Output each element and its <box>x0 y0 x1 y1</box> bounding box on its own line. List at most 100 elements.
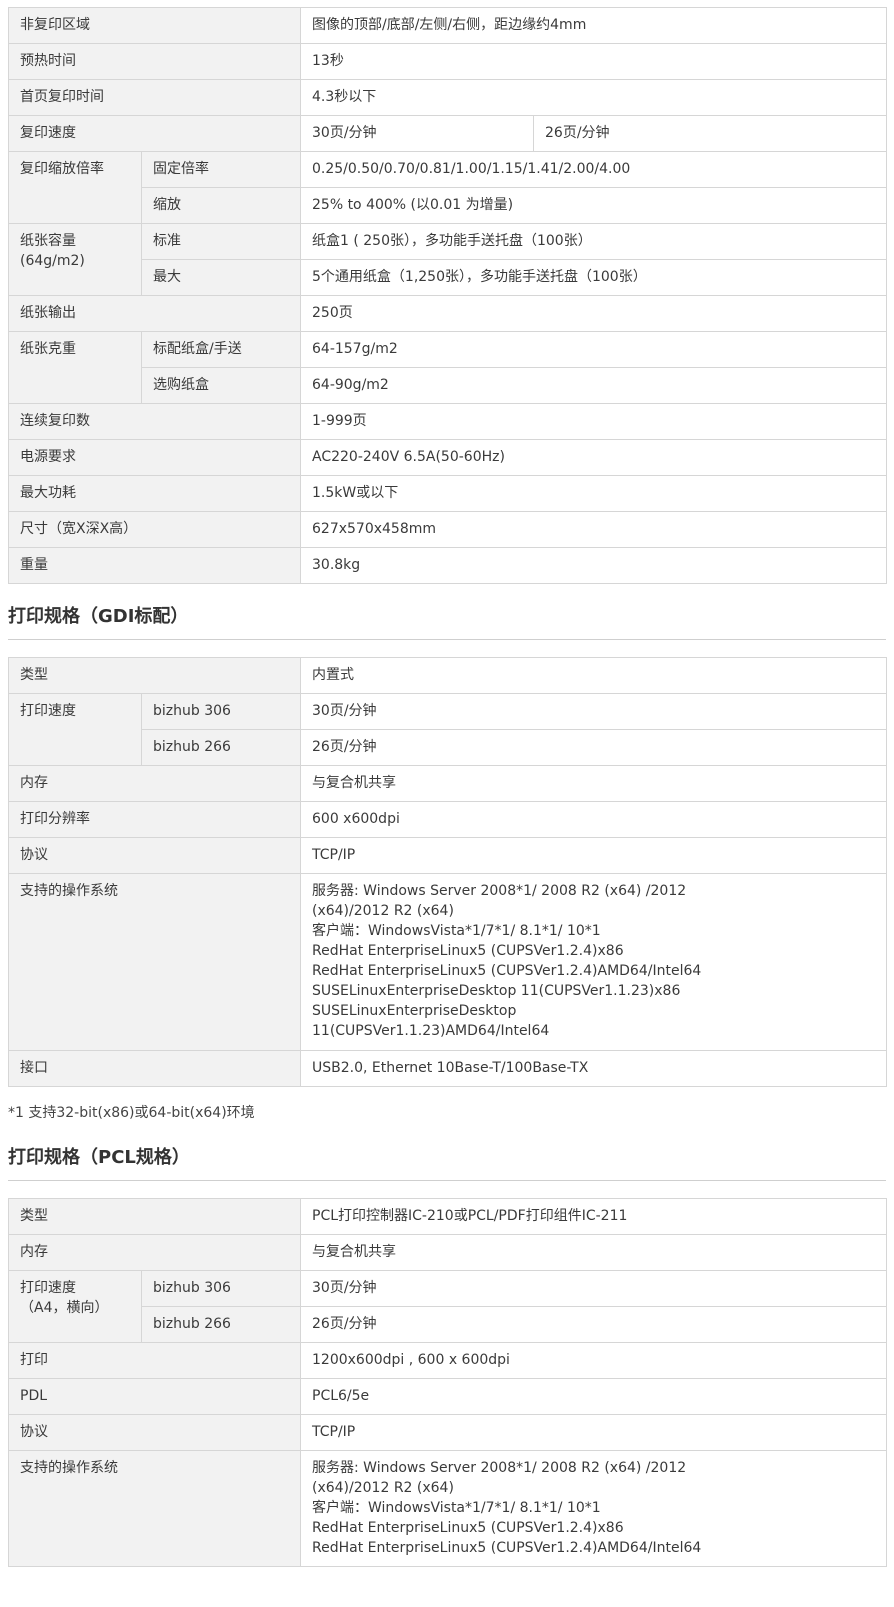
table-row: 打印 1200x600dpi , 600 x 600dpi <box>8 1342 887 1379</box>
row-label-line: 打印速度 <box>20 1280 76 1296</box>
row-sublabel: bizhub 266 <box>141 729 301 766</box>
row-label: 纸张输出 <box>8 295 301 332</box>
os-line: 11(CUPSVer1.1.23)AMD64/Intel64 <box>312 1023 550 1039</box>
os-line: 客户端：WindowsVista*1/7*1/ 8.1*1/ 10*1 <box>312 923 601 939</box>
os-line: SUSELinuxEnterpriseDesktop 11(CUPSVer1.1… <box>312 983 681 999</box>
row-label: 首页复印时间 <box>8 79 301 116</box>
pcl-spec-table: 类型 PCL打印控制器IC-210或PCL/PDF打印组件IC-211 内存 与… <box>8 1198 887 1567</box>
row-value: 25% to 400% (以0.01 为增量) <box>300 187 887 224</box>
row-value: 30页/分钟 <box>300 693 887 730</box>
row-value: 627x570x458mm <box>300 511 887 548</box>
row-label: 类型 <box>8 657 301 694</box>
copy-spec-table: 非复印区域 图像的顶部/底部/左侧/右侧，距边缘约4mm 预热时间 13秒 首页… <box>8 7 887 584</box>
gdi-spec-table: 类型 内置式 打印速度 bizhub 306 30页/分钟 bizhub 266… <box>8 657 887 1087</box>
row-label-line: （A4，横向） <box>20 1300 109 1316</box>
row-value: 5个通用纸盒（1,250张），多功能手送托盘（100张） <box>300 259 887 296</box>
row-label: 打印 <box>8 1342 301 1379</box>
row-label: 打印分辨率 <box>8 801 301 838</box>
row-label: 打印速度 （A4，横向） <box>8 1270 142 1343</box>
row-label: 复印缩放倍率 <box>8 151 142 224</box>
row-label: 打印速度 <box>8 693 142 766</box>
row-label: 预热时间 <box>8 43 301 80</box>
row-label: 协议 <box>8 1414 301 1451</box>
row-value: 600 x600dpi <box>300 801 887 838</box>
table-row: 类型 PCL打印控制器IC-210或PCL/PDF打印组件IC-211 <box>8 1198 887 1235</box>
table-row: 尺寸（宽X深X高） 627x570x458mm <box>8 511 887 548</box>
row-value: 250页 <box>300 295 887 332</box>
section-heading-gdi: 打印规格（GDI标配） <box>8 604 886 640</box>
row-value: 13秒 <box>300 43 887 80</box>
row-label: 内存 <box>8 765 301 802</box>
table-row: 复印缩放倍率 固定倍率 0.25/0.50/0.70/0.81/1.00/1.1… <box>8 151 887 224</box>
row-label: 纸张克重 <box>8 331 142 404</box>
row-sublabel: 标配纸盒/手送 <box>141 331 301 368</box>
table-row: 接口 USB2.0, Ethernet 10Base-T/100Base-TX <box>8 1050 887 1087</box>
os-line: (x64)/2012 R2 (x64) <box>312 1480 454 1496</box>
row-label: 支持的操作系统 <box>8 1450 301 1567</box>
table-row: 重量 30.8kg <box>8 547 887 584</box>
row-value: 1200x600dpi , 600 x 600dpi <box>300 1342 887 1379</box>
row-label-line: 纸张容量 <box>20 233 76 249</box>
row-value: 64-90g/m2 <box>300 367 887 404</box>
table-row: 协议 TCP/IP <box>8 837 887 874</box>
row-label-line: (64g/m2) <box>20 253 85 269</box>
row-label: PDL <box>8 1378 301 1415</box>
table-row: 协议 TCP/IP <box>8 1414 887 1451</box>
row-value: 1.5kW或以下 <box>300 475 887 512</box>
row-value: 1-999页 <box>300 403 887 440</box>
spec-page: 非复印区域 图像的顶部/底部/左侧/右侧，距边缘约4mm 预热时间 13秒 首页… <box>0 7 894 1567</box>
table-row: 连续复印数 1-999页 <box>8 403 887 440</box>
table-row: 内存 与复合机共享 <box>8 1234 887 1271</box>
row-value: AC220-240V 6.5A(50-60Hz) <box>300 439 887 476</box>
row-label: 类型 <box>8 1198 301 1235</box>
row-label: 最大功耗 <box>8 475 301 512</box>
row-value: 30.8kg <box>300 547 887 584</box>
row-value: 图像的顶部/底部/左侧/右侧，距边缘约4mm <box>300 7 887 44</box>
row-value: 纸盒1 ( 250张），多功能手送托盘（100张） <box>300 223 887 260</box>
row-sublabel: bizhub 306 <box>141 1270 301 1307</box>
os-list: 服务器: Windows Server 2008*1/ 2008 R2 (x64… <box>300 1450 887 1567</box>
os-line: RedHat EnterpriseLinux5 (CUPSVer1.2.4)AM… <box>312 1540 702 1556</box>
table-row: 支持的操作系统 服务器: Windows Server 2008*1/ 2008… <box>8 873 887 1051</box>
os-line: SUSELinuxEnterpriseDesktop <box>312 1003 517 1019</box>
table-row: 纸张克重 标配纸盒/手送 64-157g/m2 <box>8 331 887 404</box>
table-row: 纸张输出 250页 <box>8 295 887 332</box>
row-label: 电源要求 <box>8 439 301 476</box>
row-value-a: 30页/分钟 <box>300 115 534 152</box>
row-value: 30页/分钟 <box>300 1270 887 1307</box>
table-row: PDL PCL6/5e <box>8 1378 887 1415</box>
table-row: 打印速度 （A4，横向） bizhub 306 30页/分钟 <box>8 1270 887 1343</box>
row-label: 内存 <box>8 1234 301 1271</box>
row-sublabel: bizhub 306 <box>141 693 301 730</box>
os-line: RedHat EnterpriseLinux5 (CUPSVer1.2.4)x8… <box>312 943 624 959</box>
row-value: PCL打印控制器IC-210或PCL/PDF打印组件IC-211 <box>300 1198 887 1235</box>
os-line: 服务器: Windows Server 2008*1/ 2008 R2 (x64… <box>312 1460 687 1476</box>
row-value: 与复合机共享 <box>300 1234 887 1271</box>
row-label: 协议 <box>8 837 301 874</box>
row-sublabel: 最大 <box>141 259 301 296</box>
row-value: USB2.0, Ethernet 10Base-T/100Base-TX <box>300 1050 887 1087</box>
footnote: *1 支持32-bit(x86)或64-bit(x64)环境 <box>8 1105 255 1121</box>
table-row: 首页复印时间 4.3秒以下 <box>8 79 887 116</box>
os-line: RedHat EnterpriseLinux5 (CUPSVer1.2.4)AM… <box>312 963 702 979</box>
table-row: 打印速度 bizhub 306 30页/分钟 <box>8 693 887 766</box>
table-row: 复印速度 30页/分钟 26页/分钟 <box>8 115 887 152</box>
row-value-b: 26页/分钟 <box>533 115 887 152</box>
os-list: 服务器: Windows Server 2008*1/ 2008 R2 (x64… <box>300 873 887 1051</box>
row-label: 支持的操作系统 <box>8 873 301 1051</box>
table-row: 预热时间 13秒 <box>8 43 887 80</box>
row-sublabel: bizhub 266 <box>141 1306 301 1343</box>
row-sublabel: 固定倍率 <box>141 151 301 188</box>
row-label: 尺寸（宽X深X高） <box>8 511 301 548</box>
os-line: 服务器: Windows Server 2008*1/ 2008 R2 (x64… <box>312 883 687 899</box>
row-value: 64-157g/m2 <box>300 331 887 368</box>
section-heading-pcl: 打印规格（PCL规格） <box>8 1145 886 1181</box>
table-row: 纸张容量 (64g/m2) 标准 纸盒1 ( 250张），多功能手送托盘（100… <box>8 223 887 296</box>
row-label: 纸张容量 (64g/m2) <box>8 223 142 296</box>
table-row: 类型 内置式 <box>8 657 887 694</box>
row-label: 非复印区域 <box>8 7 301 44</box>
row-value: 26页/分钟 <box>300 729 887 766</box>
table-row: 电源要求 AC220-240V 6.5A(50-60Hz) <box>8 439 887 476</box>
row-label: 连续复印数 <box>8 403 301 440</box>
table-row: 非复印区域 图像的顶部/底部/左侧/右侧，距边缘约4mm <box>8 7 887 44</box>
